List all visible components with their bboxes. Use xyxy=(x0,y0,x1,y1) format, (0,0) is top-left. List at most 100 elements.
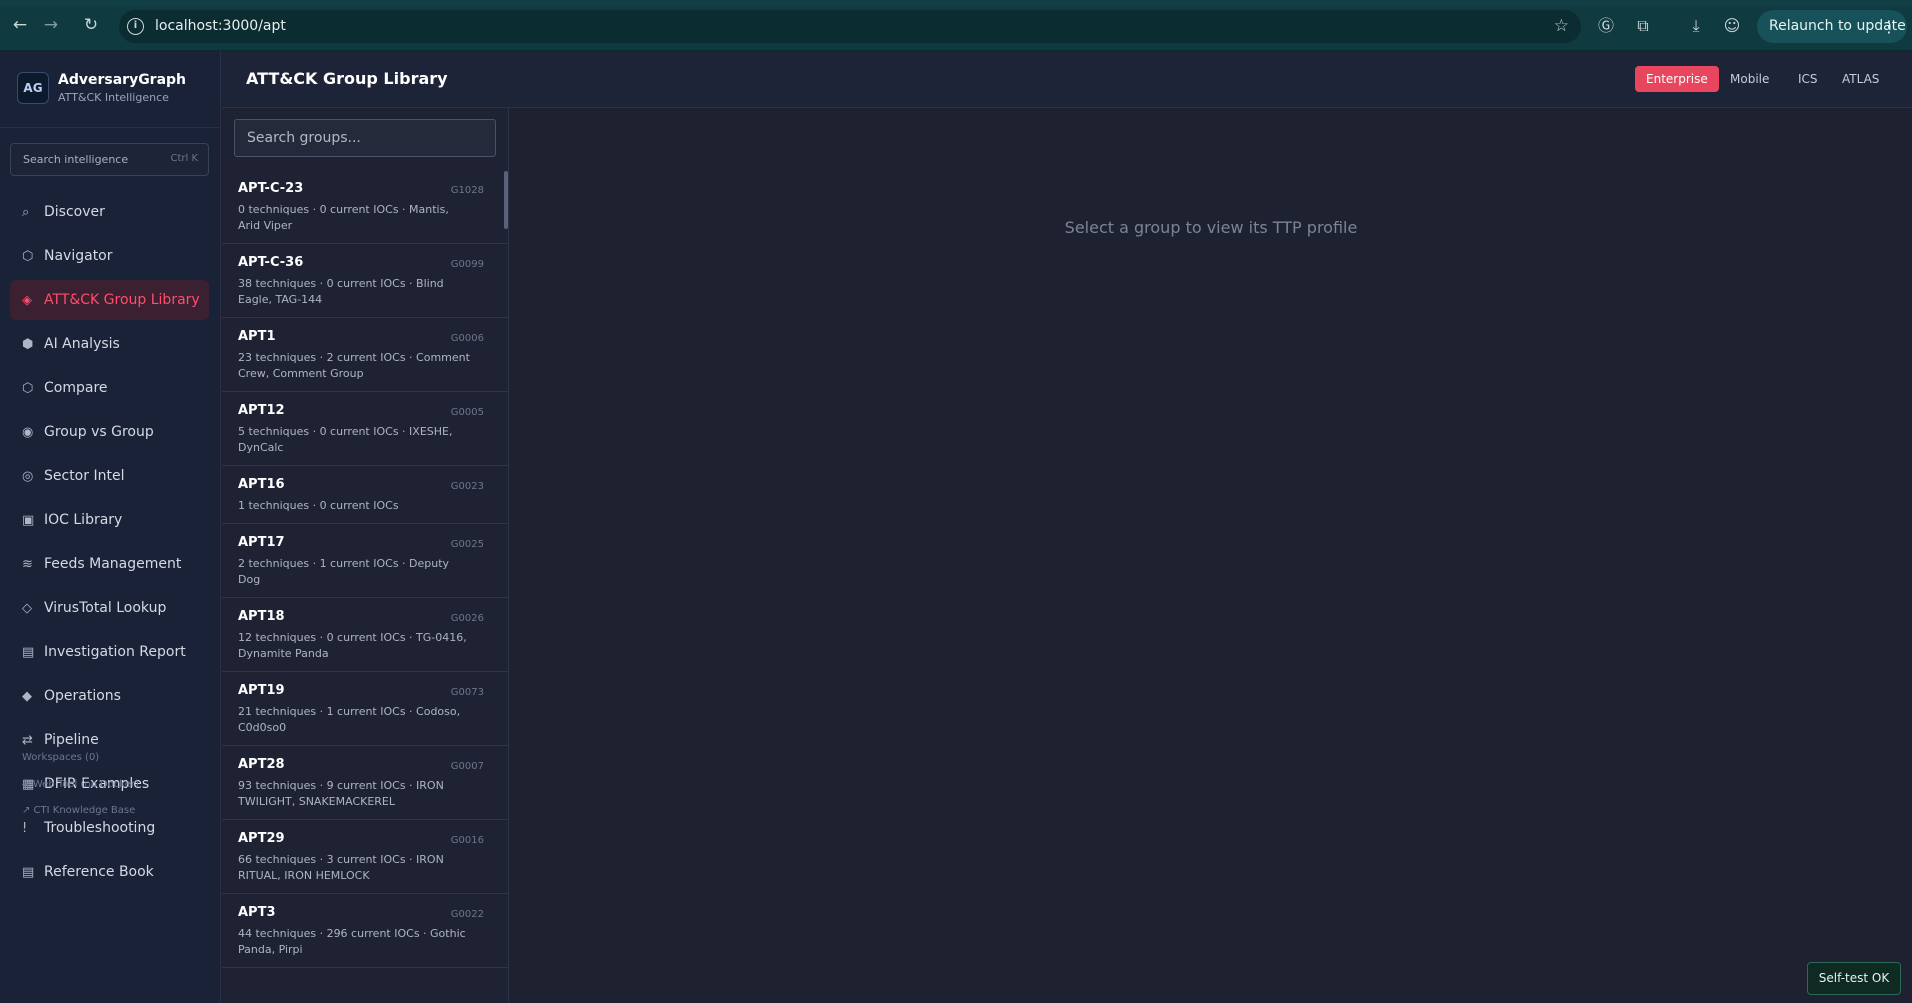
cti-knowledge-base-link[interactable]: ↗ CTI Knowledge Base xyxy=(22,805,135,816)
group-list-item[interactable]: APT3 G0022 44 techniques · 296 current IOC… xyxy=(222,894,508,968)
group-id: G0026 xyxy=(450,613,484,624)
sidebar-item-label: Feeds Management xyxy=(44,556,182,572)
sidebar-item-label: Pipeline xyxy=(44,732,99,748)
tab-atlas[interactable]: ATLAS xyxy=(1831,66,1890,92)
browser-toolbar: ← → ↻ i localhost:3000/apt ☆ Ⓖ ⧉ ⤓ ☺ Rel… xyxy=(0,0,1912,51)
group-list: APT-C-23 G1028 0 techniques · 0 current IO… xyxy=(222,170,508,968)
group-list-item[interactable]: APT1 G0006 23 techniques · 2 current IOCs … xyxy=(222,318,508,392)
sidebar-item-label: Troubleshooting xyxy=(44,820,156,836)
brand-subtitle: ATT&CK Intelligence xyxy=(58,91,169,104)
group-id: G0073 xyxy=(450,687,484,698)
sidebar-item-att-ck-group-library[interactable]: ◈ ATT&CK Group Library xyxy=(10,280,209,320)
tab-ics[interactable]: ICS xyxy=(1787,66,1829,92)
sidebar-item-feeds-management[interactable]: ≋ Feeds Management xyxy=(10,544,209,584)
web-tool-link[interactable]: ◈ Web Tool (no Docker) xyxy=(22,779,139,790)
group-vs-group-icon: ◉ xyxy=(22,424,34,440)
page-title: ATT&CK Group Library xyxy=(246,69,448,88)
sidebar-item-ai-analysis[interactable]: ⬢ AI Analysis xyxy=(10,324,209,364)
group-id: G1028 xyxy=(450,185,484,196)
group-meta: 93 techniques · 9 current IOCs · IRON TW… xyxy=(238,779,444,808)
search-groups-input[interactable] xyxy=(234,119,496,157)
group-meta: 1 techniques · 0 current IOCs xyxy=(238,499,399,512)
group-list-item[interactable]: APT28 G0007 93 techniques · 9 current IOCs… xyxy=(222,746,508,820)
bookmark-star-icon[interactable]: ☆ xyxy=(1554,16,1569,36)
empty-state-message: Select a group to view its TTP profile xyxy=(1064,218,1358,237)
address-bar[interactable]: i localhost:3000/apt ☆ xyxy=(119,10,1581,43)
sidebar-divider xyxy=(0,127,221,128)
group-meta: 12 techniques · 0 current IOCs · TG-0416… xyxy=(238,631,467,660)
group-id: G0025 xyxy=(450,539,484,550)
sidebar-item-label: Discover xyxy=(44,204,105,220)
sidebar-item-label: Compare xyxy=(44,380,108,396)
sidebar-item-sector-intel[interactable]: ◎ Sector Intel xyxy=(10,456,209,496)
brand-name: AdversaryGraph xyxy=(58,72,187,88)
group-meta: 44 techniques · 296 current IOCs · Gothi… xyxy=(238,927,466,956)
ai-analysis-icon: ⬢ xyxy=(22,336,34,352)
forward-icon[interactable]: → xyxy=(40,14,62,36)
group-list-pane: APT-C-23G10280 techniques · 0 current IO… xyxy=(222,108,509,1003)
sidebar-item-label: Reference Book xyxy=(44,864,154,880)
sector-intel-icon: ◎ xyxy=(22,468,34,484)
sidebar-item-investigation-report[interactable]: ▤ Investigation Report xyxy=(10,632,209,672)
group-list-item[interactable]: APT18 G0026 12 techniques · 0 current IOCs… xyxy=(222,598,508,672)
sidebar-search-input[interactable]: Search intelligence Ctrl K xyxy=(10,143,209,176)
app-logo-icon: AG xyxy=(17,72,49,104)
group-list-item[interactable]: APT19 G0073 21 techniques · 1 current IOCs… xyxy=(222,672,508,746)
sidebar-item-discover[interactable]: ⌕ Discover xyxy=(10,192,209,232)
group-meta: 21 techniques · 1 current IOCs · Codoso,… xyxy=(238,705,461,734)
relaunch-button[interactable]: Relaunch to update ⋮ xyxy=(1757,10,1907,43)
extensions-puzzle-icon[interactable]: ⧉ xyxy=(1631,14,1655,38)
sidebar-item-label: Operations xyxy=(44,688,121,704)
group-id: G0007 xyxy=(450,761,484,772)
sidebar-item-label: Navigator xyxy=(44,248,113,264)
tab-mobile[interactable]: Mobile xyxy=(1719,66,1780,92)
group-meta: 23 techniques · 2 current IOCs · Comment… xyxy=(238,351,470,380)
group-id: G0005 xyxy=(450,407,484,418)
operations-icon: ◆ xyxy=(22,688,32,704)
workspaces-label[interactable]: Workspaces (0) xyxy=(22,752,99,763)
sidebar: AG AdversaryGraph ATT&CK Intelligence Se… xyxy=(0,51,221,1003)
reference-book-icon: ▤ xyxy=(22,864,35,880)
sidebar-item-label: IOC Library xyxy=(44,512,123,528)
back-icon[interactable]: ← xyxy=(9,14,31,36)
tab-strip xyxy=(0,0,1912,6)
group-list-item[interactable]: APT-C-23 G1028 0 techniques · 0 current IO… xyxy=(222,170,508,244)
sidebar-item-group-vs-group[interactable]: ◉ Group vs Group xyxy=(10,412,209,452)
url-text[interactable]: localhost:3000/apt xyxy=(155,18,286,34)
compare-icon: ⬡ xyxy=(22,380,34,396)
tab-enterprise[interactable]: Enterprise xyxy=(1635,66,1719,92)
group-id: G0023 xyxy=(450,481,484,492)
sidebar-item-reference-book[interactable]: ▤ Reference Book xyxy=(10,852,209,892)
sidebar-item-label: Group vs Group xyxy=(44,424,154,440)
sidebar-search-placeholder: Search intelligence xyxy=(23,153,129,166)
profile-avatar-icon[interactable]: ☺ xyxy=(1720,14,1744,38)
group-list-item[interactable]: APT29 G0016 66 techniques · 3 current IOCs… xyxy=(222,820,508,894)
group-id: G0016 xyxy=(450,835,484,846)
grammarly-extension-icon[interactable]: Ⓖ xyxy=(1594,14,1618,38)
menu-dots-icon[interactable]: ⋮ xyxy=(1881,10,1897,43)
sidebar-item-ioc-library[interactable]: ▣ IOC Library xyxy=(10,500,209,540)
sidebar-item-operations[interactable]: ◆ Operations xyxy=(10,676,209,716)
group-meta: 66 techniques · 3 current IOCs · IRON RI… xyxy=(238,853,444,882)
group-meta: 5 techniques · 0 current IOCs · IXESHE, … xyxy=(238,425,453,454)
group-list-item[interactable]: APT16 G0023 1 techniques · 0 current IOCs xyxy=(222,466,508,524)
self-test-badge[interactable]: Self-test OK xyxy=(1807,962,1901,995)
troubleshooting-icon: ! xyxy=(22,820,28,836)
group-list-item[interactable]: APT17 G0025 2 techniques · 1 current IOCs … xyxy=(222,524,508,598)
sidebar-item-label: VirusTotal Lookup xyxy=(44,600,167,616)
download-icon[interactable]: ⤓ xyxy=(1684,14,1708,38)
feeds-management-icon: ≋ xyxy=(22,556,33,572)
group-list-item[interactable]: APT12 G0005 5 techniques · 0 current IOCs … xyxy=(222,392,508,466)
investigation-report-icon: ▤ xyxy=(22,644,35,660)
ttp-profile-panel: Select a group to view its TTP profile xyxy=(510,108,1912,1003)
sidebar-item-virustotal-lookup[interactable]: ◇ VirusTotal Lookup xyxy=(10,588,209,628)
group-id: G0099 xyxy=(450,259,484,270)
reload-icon[interactable]: ↻ xyxy=(80,14,102,36)
group-meta: 2 techniques · 1 current IOCs · Deputy D… xyxy=(238,557,450,586)
group-list-scrollbar[interactable] xyxy=(504,171,508,229)
search-shortcut-hint: Ctrl K xyxy=(170,153,198,164)
sidebar-item-compare[interactable]: ⬡ Compare xyxy=(10,368,209,408)
sidebar-item-navigator[interactable]: ⬡ Navigator xyxy=(10,236,209,276)
group-list-item[interactable]: APT-C-36 G0099 38 techniques · 0 current I… xyxy=(222,244,508,318)
site-info-icon[interactable]: i xyxy=(127,18,144,35)
